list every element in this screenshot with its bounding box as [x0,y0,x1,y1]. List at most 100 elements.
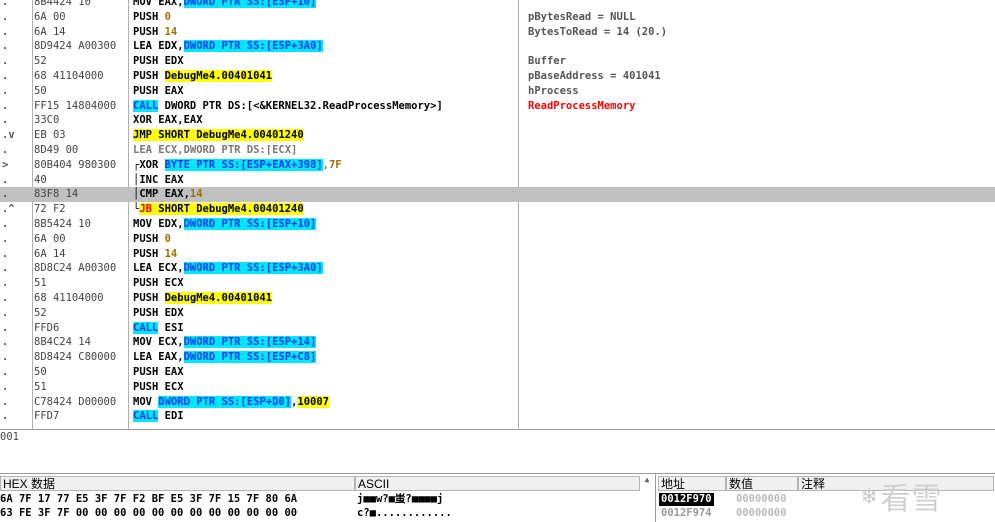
instruction: │INC EAX [133,173,515,188]
instruction: PUSH 14 [133,25,515,40]
opcode-hex: 8D9424 A00300 [34,40,117,53]
instruction: PUSH DebugMe4.00401041 [133,291,515,306]
disasm-row[interactable]: . 6A 14 PUSH 14 BytesToRead = 14 (20.) [0,25,995,40]
opcode-hex: 8B4424 10 [34,0,91,8]
disasm-row[interactable]: . 8B4C24 14 MOV ECX,DWORD PTR SS:[ESP+14] [0,335,995,350]
instruction-token: PUSH ECX [133,277,184,290]
disasm-row[interactable]: . 51 PUSH ECX [0,380,995,395]
row-marker: > [2,158,9,171]
opcode-hex: FFD6 [34,321,60,334]
disasm-row[interactable]: . 6A 00 PUSH 0 pBytesRead = NULL [0,10,995,25]
opcode-hex: 6A 00 [34,10,66,23]
disasm-row[interactable]: . 8D8424 C80000 LEA EAX,DWORD PTR SS:[ESP+… [0,350,995,365]
disasm-row[interactable]: . 68 41104000 PUSH DebugMe4.00401041 pBaseA… [0,69,995,84]
disasm-row[interactable]: . 8D9424 A00300 LEA EDX,DWORD PTR SS:[ESP+… [0,39,995,54]
instruction-token: PUSH [133,25,165,38]
row-marker: . [2,336,9,349]
disasm-row[interactable]: . 8D8C24 A00300 LEA ECX,DWORD PTR SS:[ESP+… [0,261,995,276]
instruction-token: 10007 [297,395,329,408]
scroll-up-icon[interactable]: ▲ [642,475,652,487]
disasm-row[interactable]: . 68 41104000 PUSH DebugMe4.00401041 [0,291,995,306]
dump-row[interactable]: 6A 7F 17 77 E5 3F 7F F2 BF E5 3F 7F 15 7… [0,493,443,506]
disasm-row[interactable]: . 33C0 XOR EAX,EAX [0,113,995,128]
instruction-token: CALL [133,99,159,112]
disasm-row[interactable]: .^ 72 F2 └JB SHORT DebugMe4.00401240 [0,202,995,217]
instruction-token: DWORD PTR DS:[<&KERNEL32.ReadProcessMemo… [158,99,443,112]
row-marker: . [2,351,9,364]
instruction-token: ,7F [322,158,342,171]
disasm-row[interactable]: . 51 PUSH ECX [0,276,995,291]
instruction-token: PUSH [133,247,165,260]
disasm-row[interactable]: . 83F8 14 │CMP EAX,14 [0,187,995,203]
instruction: LEA EDX,DWORD PTR SS:[ESP+3A0] [133,39,515,54]
opcode-hex: 6A 14 [34,247,66,260]
comment: pBaseAddress = 401041 [528,70,661,82]
comment: hProcess [528,84,579,97]
opcode-hex: 8D8424 C80000 [34,351,117,364]
stack-pane[interactable]: 地址 数值 注释 0012F970 00000000 0012F974 0000… [655,473,995,522]
instruction: PUSH 14 [133,247,515,262]
instruction: PUSH ECX [133,276,515,291]
instruction: LEA ECX,DWORD PTR DS:[ECX] [133,143,515,158]
stack-address-header[interactable]: 地址 [658,476,726,491]
dump-row[interactable]: 63 FE 3F 7F 00 00 00 00 00 00 00 00 00 0… [0,507,452,520]
instruction: PUSH DebugMe4.00401041 [133,69,515,84]
instruction-token: DWORD PTR SS:[ESP+D0] [158,395,292,408]
disasm-row[interactable]: . FF15 14804000 CALL DWORD PTR DS:[<&KERNE… [0,99,995,114]
opcode-hex: 8D8C24 A00300 [34,262,117,275]
instruction-token: PUSH EDX [133,306,184,319]
disassembly-pane[interactable]: . 8B4424 10 MOV EAX,DWORD PTR SS:[ESP+10].… [0,0,995,429]
opcode-hex: EB 03 [34,129,66,142]
disasm-row[interactable]: >80B404 980300 ┌XOR BYTE PTR SS:[ESP+EAX+… [0,158,995,173]
row-marker: . [2,10,9,23]
disasm-row[interactable]: . 52 PUSH EDX Buffer [0,54,995,69]
opcode-hex: 50 [34,84,47,97]
stack-address[interactable]: 0012F974 [661,507,712,520]
instruction: PUSH ECX [133,380,515,395]
opcode-hex: 6A 14 [34,25,66,38]
instruction: MOV EAX,DWORD PTR SS:[ESP+10] [133,0,515,10]
opcode-hex: 83F8 14 [34,188,79,201]
instruction-token: DWORD PTR SS:[ESP+3A0] [183,262,323,275]
hex-column-header[interactable]: HEX 数据 [0,476,355,491]
stack-address-selected[interactable]: 0012F970 [659,493,714,506]
hex-dump-pane[interactable]: HEX 数据 ASCII 6A 7F 17 77 E5 3F 7F F2 BF … [0,473,655,522]
disasm-row[interactable]: . 8B4424 10 MOV EAX,DWORD PTR SS:[ESP+10] [0,0,995,10]
instruction-token: MOV EDX, [133,218,184,230]
instruction: CALL DWORD PTR DS:[<&KERNEL32.ReadProces… [133,99,515,114]
disasm-row[interactable]: . 50 PUSH EAX [0,365,995,380]
stack-value-header[interactable]: 数值 [726,476,798,491]
disasm-row[interactable]: . FFD6 CALL ESI [0,321,995,336]
instruction-token: LEA ECX,DWORD PTR DS:[ECX] [133,144,298,156]
row-marker: . [2,218,9,230]
disasm-row[interactable]: . C78424 D00000 MOV DWORD PTR SS:[ESP+D0],… [0,395,995,410]
disasm-row[interactable]: .v EB 03 JMP SHORT DebugMe4.00401240 [0,128,995,143]
opcode-hex: C78424 D00000 [34,395,117,408]
instruction-token: 14 [164,247,178,260]
opcode-hex: 51 [34,380,47,393]
instruction-token: CALL [133,410,159,423]
disasm-row[interactable]: . 40 │INC EAX [0,173,995,188]
disasm-row[interactable]: . FFD7 CALL EDI [0,409,995,424]
disasm-row[interactable]: . 8B5424 10 MOV EDX,DWORD PTR SS:[ESP+10] [0,217,995,232]
instruction-token: PUSH ECX [133,380,184,393]
row-marker: . [2,0,9,8]
disasm-row[interactable]: . 52 PUSH EDX [0,306,995,321]
row-marker: . [2,366,9,378]
watermark-text: 看雪 [880,482,943,517]
instruction-token: LEA EAX, [133,351,184,364]
instruction: PUSH EAX [133,84,515,99]
instruction-token: DWORD PTR SS:[ESP+10] [183,0,317,8]
row-marker: . [2,144,9,156]
disasm-row[interactable]: . 6A 14 PUSH 14 [0,247,995,262]
comment: BytesToRead = 14 (20.) [528,25,668,38]
info-text: 001 [0,431,19,443]
disasm-row[interactable]: . 50 PUSH EAX hProcess [0,84,995,99]
disasm-row[interactable]: . 8D49 00 LEA ECX,DWORD PTR DS:[ECX] [0,143,995,158]
instruction: PUSH EDX [133,306,515,321]
disasm-row[interactable]: . 6A 00 PUSH 0 [0,232,995,247]
row-marker: . [2,410,9,423]
instruction-token: PUSH EAX [133,84,184,97]
opcode-hex: 68 41104000 [34,70,104,82]
ascii-column-header[interactable]: ASCII [355,476,640,491]
